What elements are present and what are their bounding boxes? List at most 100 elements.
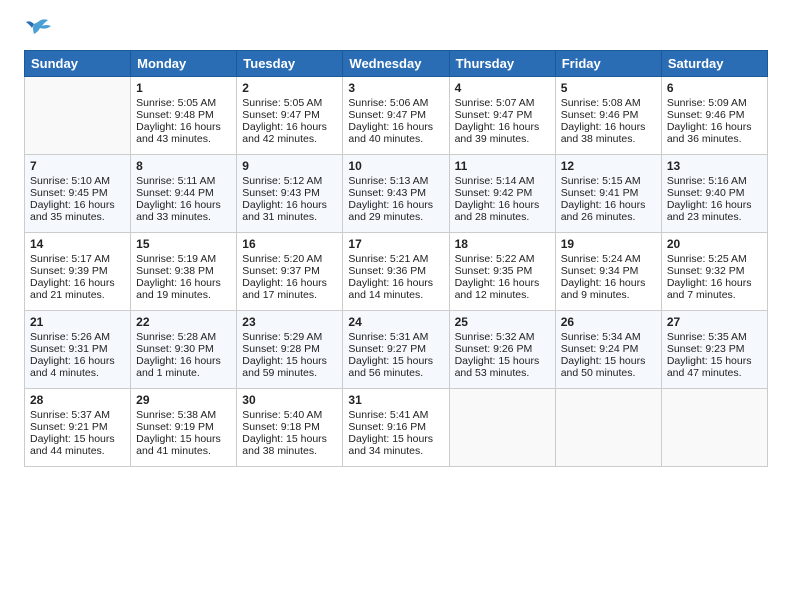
sunset: Sunset: 9:30 PM [136,343,231,355]
daylight: Daylight: 16 hours and 35 minutes. [30,199,125,223]
sunrise: Sunrise: 5:05 AM [136,97,231,109]
calendar-cell: 13 Sunrise: 5:16 AMSunset: 9:40 PMDayligh… [661,155,767,233]
sunrise: Sunrise: 5:10 AM [30,175,125,187]
daylight: Daylight: 15 hours and 53 minutes. [455,355,550,379]
day-number: 3 [348,81,443,95]
sunrise: Sunrise: 5:34 AM [561,331,656,343]
daylight: Daylight: 16 hours and 42 minutes. [242,121,337,145]
sunset: Sunset: 9:47 PM [455,109,550,121]
header-sunday: Sunday [25,51,131,77]
calendar-cell: 9Sunrise: 5:12 AMSunset: 9:43 PMDaylight… [237,155,343,233]
daylight: Daylight: 15 hours and 34 minutes. [348,433,443,457]
sunset: Sunset: 9:46 PM [561,109,656,121]
sunrise: Sunrise: 5:24 AM [561,253,656,265]
daylight: Daylight: 16 hours and 23 minutes. [667,199,762,223]
daylight: Daylight: 16 hours and 26 minutes. [561,199,656,223]
sunset: Sunset: 9:40 PM [667,187,762,199]
day-number: 20 [667,237,762,251]
header [24,18,768,40]
daylight: Daylight: 16 hours and 43 minutes. [136,121,231,145]
header-friday: Friday [555,51,661,77]
day-number: 29 [136,393,231,407]
daylight: Daylight: 16 hours and 12 minutes. [455,277,550,301]
calendar-cell: 11Sunrise: 5:14 AMSunset: 9:42 PMDayligh… [449,155,555,233]
day-number: 19 [561,237,656,251]
sunset: Sunset: 9:21 PM [30,421,125,433]
day-number: 15 [136,237,231,251]
day-number: 30 [242,393,337,407]
calendar-cell: 30 Sunrise: 5:40 AMSunset: 9:18 PMDayligh… [237,389,343,467]
calendar-cell: 22Sunrise: 5:28 AMSunset: 9:30 PMDayligh… [131,311,237,389]
sunset: Sunset: 9:46 PM [667,109,762,121]
day-number: 16 [242,237,337,251]
sunset: Sunset: 9:47 PM [348,109,443,121]
sunset: Sunset: 9:42 PM [455,187,550,199]
daylight: Daylight: 16 hours and 36 minutes. [667,121,762,145]
calendar-cell: 6Sunrise: 5:09 AMSunset: 9:46 PMDaylight… [661,77,767,155]
day-number: 17 [348,237,443,251]
logo [24,18,56,40]
daylight: Daylight: 16 hours and 4 minutes. [30,355,125,379]
sunrise: Sunrise: 5:16 AM [667,175,762,187]
sunrise: Sunrise: 5:38 AM [136,409,231,421]
week-row-4: 21Sunrise: 5:26 AMSunset: 9:31 PMDayligh… [25,311,768,389]
sunrise: Sunrise: 5:17 AM [30,253,125,265]
sunrise: Sunrise: 5:05 AM [242,97,337,109]
calendar-cell: 15Sunrise: 5:19 AMSunset: 9:38 PMDayligh… [131,233,237,311]
daylight: Daylight: 16 hours and 7 minutes. [667,277,762,301]
sunrise: Sunrise: 5:11 AM [136,175,231,187]
daylight: Daylight: 15 hours and 50 minutes. [561,355,656,379]
week-row-3: 14Sunrise: 5:17 AMSunset: 9:39 PMDayligh… [25,233,768,311]
sunrise: Sunrise: 5:41 AM [348,409,443,421]
sunset: Sunset: 9:43 PM [348,187,443,199]
calendar-cell: 10Sunrise: 5:13 AMSunset: 9:43 PMDayligh… [343,155,449,233]
sunrise: Sunrise: 5:21 AM [348,253,443,265]
sunset: Sunset: 9:24 PM [561,343,656,355]
day-number: 10 [348,159,443,173]
sunset: Sunset: 9:43 PM [242,187,337,199]
daylight: Daylight: 16 hours and 40 minutes. [348,121,443,145]
sunset: Sunset: 9:27 PM [348,343,443,355]
sunrise: Sunrise: 5:28 AM [136,331,231,343]
sunrise: Sunrise: 5:20 AM [242,253,337,265]
daylight: Daylight: 15 hours and 47 minutes. [667,355,762,379]
calendar-cell [25,77,131,155]
sunrise: Sunrise: 5:32 AM [455,331,550,343]
sunrise: Sunrise: 5:08 AM [561,97,656,109]
day-number: 28 [30,393,125,407]
daylight: Daylight: 15 hours and 56 minutes. [348,355,443,379]
daylight: Daylight: 16 hours and 19 minutes. [136,277,231,301]
calendar-cell: 16Sunrise: 5:20 AMSunset: 9:37 PMDayligh… [237,233,343,311]
calendar-cell: 17Sunrise: 5:21 AMSunset: 9:36 PMDayligh… [343,233,449,311]
header-wednesday: Wednesday [343,51,449,77]
daylight: Daylight: 16 hours and 14 minutes. [348,277,443,301]
sunset: Sunset: 9:18 PM [242,421,337,433]
sunrise: Sunrise: 5:35 AM [667,331,762,343]
sunset: Sunset: 9:47 PM [242,109,337,121]
daylight: Daylight: 15 hours and 38 minutes. [242,433,337,457]
calendar-cell: 5Sunrise: 5:08 AMSunset: 9:46 PMDaylight… [555,77,661,155]
sunrise: Sunrise: 5:14 AM [455,175,550,187]
day-number: 22 [136,315,231,329]
calendar-table: SundayMondayTuesdayWednesdayThursdayFrid… [24,50,768,467]
calendar-cell: 26Sunrise: 5:34 AMSunset: 9:24 PMDayligh… [555,311,661,389]
calendar-cell: 29Sunrise: 5:38 AMSunset: 9:19 PMDayligh… [131,389,237,467]
sunset: Sunset: 9:44 PM [136,187,231,199]
header-thursday: Thursday [449,51,555,77]
calendar-cell [555,389,661,467]
sunset: Sunset: 9:39 PM [30,265,125,277]
header-row: SundayMondayTuesdayWednesdayThursdayFrid… [25,51,768,77]
sunrise: Sunrise: 5:40 AM [242,409,337,421]
daylight: Daylight: 16 hours and 17 minutes. [242,277,337,301]
day-number: 7 [30,159,125,173]
calendar-cell: 27Sunrise: 5:35 AMSunset: 9:23 PMDayligh… [661,311,767,389]
week-row-1: 1Sunrise: 5:05 AMSunset: 9:48 PMDaylight… [25,77,768,155]
day-number: 13 [667,159,762,173]
day-number: 24 [348,315,443,329]
week-row-2: 7Sunrise: 5:10 AMSunset: 9:45 PMDaylight… [25,155,768,233]
day-number: 18 [455,237,550,251]
day-number: 12 [561,159,656,173]
calendar-cell: 23Sunrise: 5:29 AMSunset: 9:28 PMDayligh… [237,311,343,389]
sunrise: Sunrise: 5:06 AM [348,97,443,109]
sunset: Sunset: 9:38 PM [136,265,231,277]
